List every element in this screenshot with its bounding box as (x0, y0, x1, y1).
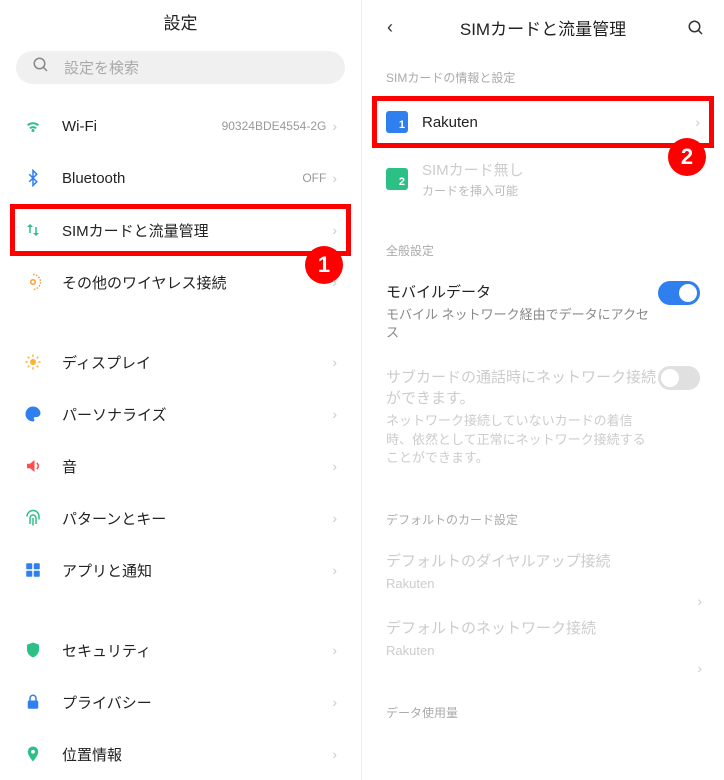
search-placeholder: 設定を検索 (64, 57, 139, 78)
row-default-dialup: デフォルトのダイヤルアップ接続 Rakuten › (362, 538, 724, 605)
row-sound[interactable]: 音 › (0, 440, 361, 492)
chevron-right-icon: › (332, 354, 337, 370)
row-sim[interactable]: SIMカードと流量管理 › 1 (0, 204, 361, 256)
chevron-right-icon: › (332, 746, 337, 762)
chevron-right-icon: › (332, 406, 337, 422)
chevron-right-icon: › (332, 562, 337, 578)
page-title: 設定 (164, 9, 198, 34)
chevron-right-icon: › (332, 458, 337, 474)
chevron-right-icon: › (332, 642, 337, 658)
search-input[interactable]: 設定を検索 (16, 51, 345, 84)
section-default: デフォルトのカード設定 (362, 497, 724, 538)
page-title: SIMカードと流量管理 (460, 15, 626, 40)
wireless-icon (24, 273, 62, 291)
row-subcard-call: サブカードの通話時にネットワーク接続ができます。 ネットワーク接続していないカー… (362, 354, 724, 479)
row-wifi[interactable]: Wi-Fi 90324BDE4554-2G › (0, 100, 361, 152)
chevron-right-icon: › (695, 114, 700, 130)
row-mobile-data[interactable]: モバイルデータ モバイル ネットワーク経由でデータにアクセス (362, 269, 724, 354)
location-icon (24, 745, 62, 763)
brightness-icon (24, 353, 62, 371)
search-icon (32, 56, 50, 79)
row-wireless[interactable]: その他のワイヤレス接続 › (0, 256, 361, 308)
sound-icon (24, 457, 62, 475)
lock-icon (24, 693, 62, 711)
chevron-right-icon: › (332, 222, 337, 238)
chevron-right-icon: › (332, 694, 337, 710)
section-data-usage: データ使用量 (362, 690, 724, 731)
chevron-right-icon: › (332, 274, 337, 290)
apps-icon (24, 561, 62, 579)
settings-screen: 設定 設定を検索 Wi-Fi 90324BDE4554-2G › Bluetoo… (0, 0, 362, 780)
shield-icon (24, 641, 62, 659)
row-sim2: 2 SIMカード無し カードを挿入可能 (362, 148, 724, 210)
row-sim1[interactable]: 1 Rakuten › 2 (362, 96, 724, 148)
chevron-right-icon: › (332, 118, 337, 134)
row-display[interactable]: ディスプレイ › (0, 336, 361, 388)
header: ‹ SIMカードと流量管理 (362, 0, 724, 55)
palette-icon (24, 405, 62, 423)
sim1-icon: 1 (386, 111, 408, 133)
mobile-data-toggle[interactable] (658, 281, 700, 305)
chevron-right-icon: › (332, 510, 337, 526)
sim2-icon: 2 (386, 168, 408, 190)
back-button[interactable]: ‹ (370, 0, 410, 55)
section-sim-info: SIMカードの情報と設定 (362, 55, 724, 96)
settings-list: Wi-Fi 90324BDE4554-2G › Bluetooth OFF › … (0, 100, 361, 780)
data-transfer-icon (24, 221, 62, 239)
row-privacy[interactable]: プライバシー › (0, 676, 361, 728)
bluetooth-icon (24, 169, 62, 187)
wifi-icon (24, 117, 62, 135)
row-pattern[interactable]: パターンとキー › (0, 492, 361, 544)
row-apps[interactable]: アプリと通知 › (0, 544, 361, 596)
sim-management-screen: ‹ SIMカードと流量管理 SIMカードの情報と設定 1 Rakuten › 2… (362, 0, 724, 780)
header: 設定 (0, 0, 361, 43)
row-security[interactable]: セキュリティ › (0, 624, 361, 676)
section-general: 全般設定 (362, 228, 724, 269)
search-button[interactable] (676, 0, 716, 55)
row-default-network: デフォルトのネットワーク接続 Rakuten › (362, 605, 724, 672)
fingerprint-icon (24, 509, 62, 527)
subcard-toggle (658, 366, 700, 390)
row-bluetooth[interactable]: Bluetooth OFF › (0, 152, 361, 204)
row-personalize[interactable]: パーソナライズ › (0, 388, 361, 440)
row-location[interactable]: 位置情報 › (0, 728, 361, 780)
chevron-right-icon: › (697, 660, 702, 676)
chevron-right-icon: › (332, 170, 337, 186)
